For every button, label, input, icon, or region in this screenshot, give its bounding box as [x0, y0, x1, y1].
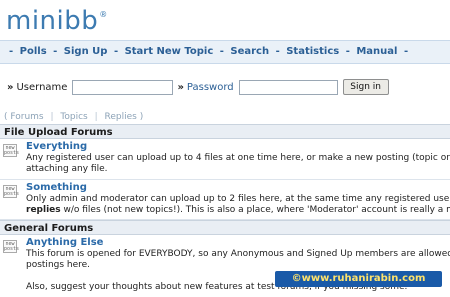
- password-label-link[interactable]: Password: [187, 82, 234, 93]
- forum-description: Only admin and moderator can upload up t…: [26, 194, 450, 204]
- forum-description: This forum is opened for EVERYBODY, so a…: [26, 249, 450, 259]
- forum-description: Any registered user can upload up to 4 f…: [26, 153, 450, 163]
- username-input[interactable]: [72, 79, 174, 95]
- logo-text: minibb: [6, 6, 99, 36]
- forum-title-link[interactable]: Something: [26, 182, 450, 194]
- nav-manual-link[interactable]: Manual: [356, 46, 397, 57]
- forum-description-bold: replies: [26, 205, 61, 215]
- forum-file-icon: new posts: [3, 185, 20, 198]
- forum-row: new posts Anything Else This forum is ope…: [0, 235, 450, 297]
- forum-row: new posts Something Only admin and modera…: [0, 180, 450, 220]
- section-header: General Forums: [0, 220, 450, 235]
- forum-row: new posts Everything Any registered user …: [0, 139, 450, 180]
- tabs-separator: |: [50, 112, 54, 122]
- tabs-open-paren: (: [4, 112, 8, 122]
- tabs-separator: |: [94, 112, 98, 122]
- password-arrow: »: [177, 81, 184, 93]
- password-input[interactable]: [238, 79, 338, 95]
- forum-title-link[interactable]: Everything: [26, 141, 450, 153]
- tab-replies[interactable]: Replies: [105, 112, 137, 122]
- nav-statistics-link[interactable]: Statistics: [286, 46, 339, 57]
- nav-dash: -: [53, 46, 58, 57]
- nav-dash: -: [345, 46, 350, 57]
- nav-sign-up-link[interactable]: Sign Up: [64, 46, 108, 57]
- forum-description: replies w/o files (not new topics!). Thi…: [26, 205, 450, 216]
- nav-search-link[interactable]: Search: [230, 46, 269, 57]
- forum-description: attaching any file.: [26, 164, 108, 174]
- nav-dash: -: [9, 46, 14, 57]
- tab-topics[interactable]: Topics: [60, 112, 87, 122]
- tab-forums[interactable]: Forums: [10, 112, 43, 122]
- forum-title-link[interactable]: Anything Else: [26, 237, 450, 249]
- login-form: » Username » Password Sign in: [7, 78, 389, 96]
- nav-dash: -: [275, 46, 280, 57]
- forum-file-icon: new posts: [3, 144, 20, 157]
- sign-in-button[interactable]: Sign in: [342, 79, 389, 95]
- nav-dash: -: [113, 46, 119, 57]
- forum-description-rest: w/o files (not new topics!). This is als…: [63, 205, 450, 215]
- forum-file-icon: new posts: [3, 240, 20, 253]
- nav-start-new-topic-link[interactable]: Start New Topic: [125, 46, 214, 57]
- registered-mark: ®: [99, 10, 108, 19]
- username-label: Username: [16, 81, 68, 93]
- section-header: File Upload Forums: [0, 124, 450, 139]
- view-tabs: ( Forums | Topics | Replies ): [4, 112, 143, 122]
- forum-description: postings here.: [26, 260, 91, 270]
- nav-dash: -: [219, 46, 224, 57]
- nav-polls-link[interactable]: Polls: [20, 46, 47, 57]
- tabs-close-paren: ): [139, 112, 144, 122]
- site-logo[interactable]: minibb ®: [6, 6, 107, 38]
- nav-dash: -: [403, 46, 409, 57]
- watermark-badge: ©www.ruhanirabin.com: [275, 271, 442, 287]
- main-nav: - Polls - Sign Up - Start New Topic - Se…: [0, 40, 450, 64]
- username-arrow: »: [7, 81, 14, 93]
